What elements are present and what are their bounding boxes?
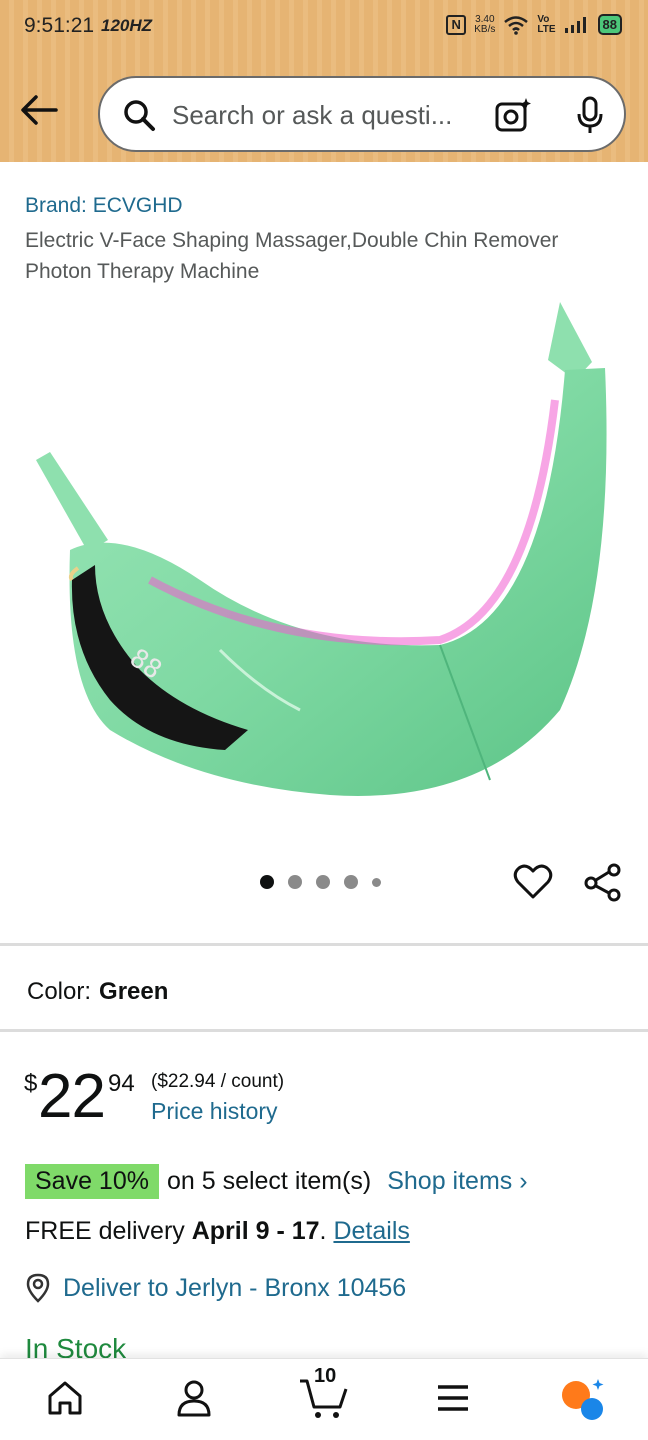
status-time: 9:51:21 <box>24 14 95 37</box>
nfc-icon: N <box>446 14 467 35</box>
menu-icon[interactable] <box>436 1383 470 1413</box>
location-pin-icon <box>26 1273 50 1303</box>
unit-price: ($22.94 / count) <box>151 1071 285 1092</box>
brand-link[interactable]: Brand: ECVGHD <box>25 194 183 218</box>
divider <box>0 1029 648 1032</box>
delivery-suffix: . <box>319 1217 327 1245</box>
signal-icon <box>564 16 586 33</box>
wifi-icon <box>504 15 529 35</box>
product-title: Electric V-Face Shaping Massager,Double … <box>25 229 559 283</box>
search-bar[interactable]: Search or ask a questi... <box>98 76 626 152</box>
delivery-info: FREE delivery April 9 - 17. Details <box>25 1217 410 1246</box>
back-arrow-icon[interactable] <box>18 90 60 130</box>
price-history-link[interactable]: Price history <box>151 1098 278 1125</box>
delivery-dates: April 9 - 17 <box>191 1217 320 1245</box>
image-carousel-dots[interactable] <box>260 875 381 889</box>
account-icon[interactable] <box>176 1379 212 1417</box>
product-image[interactable]: 88 <box>0 290 648 830</box>
carousel-dot[interactable] <box>260 875 274 889</box>
carousel-dot[interactable] <box>372 877 381 887</box>
top-bar: 9:51:21 120HZ N 3.40 KB/s Vo LTE 88 Sear… <box>0 0 648 162</box>
net-speed-unit: KB/s <box>474 23 496 35</box>
divider <box>0 943 648 946</box>
delivery-prefix: FREE delivery <box>25 1217 185 1245</box>
cart-icon[interactable] <box>298 1377 350 1421</box>
color-selector[interactable]: Color: Green <box>27 978 168 1006</box>
shop-items-link[interactable]: Shop items › <box>387 1167 527 1196</box>
rufus-assistant-icon[interactable] <box>558 1377 606 1421</box>
price-fraction: 94 <box>108 1070 135 1097</box>
camera-search-icon[interactable] <box>494 96 532 134</box>
volte-icon: Vo LTE <box>537 14 556 35</box>
heart-icon[interactable] <box>513 862 553 902</box>
deliver-to-location[interactable]: Deliver to Jerlyn - Bronx 10456 <box>25 1273 406 1303</box>
carousel-dot[interactable] <box>344 875 358 889</box>
search-input[interactable]: Search or ask a questi... <box>172 100 452 131</box>
price-currency: $ <box>24 1070 38 1097</box>
bottom-nav: 10 <box>0 1358 648 1440</box>
location-text: Deliver to Jerlyn - Bronx 10456 <box>63 1273 407 1302</box>
status-bar: 9:51:21 120HZ N 3.40 KB/s Vo LTE 88 <box>0 0 648 56</box>
stock-status: In Stock <box>25 1333 127 1360</box>
volte-bottom: LTE <box>537 23 556 35</box>
battery-icon: 88 <box>597 14 622 35</box>
save-badge: Save 10% <box>25 1164 159 1199</box>
price-whole: 22 <box>38 1062 106 1131</box>
color-label: Color: <box>27 978 92 1005</box>
promo-text: on 5 select item(s) <box>166 1167 372 1195</box>
color-value: Green <box>99 978 169 1005</box>
status-icons: N 3.40 KB/s Vo LTE 88 <box>446 14 622 35</box>
delivery-details-link[interactable]: Details <box>333 1217 409 1245</box>
refresh-rate: 120HZ <box>101 16 153 35</box>
carousel-dot[interactable] <box>316 875 330 889</box>
promo-row: Save 10% on 5 select item(s) Shop items … <box>25 1164 528 1199</box>
search-icon <box>124 100 155 131</box>
carousel-dot[interactable] <box>288 875 302 889</box>
network-speed: 3.40 KB/s <box>474 14 496 35</box>
microphone-icon[interactable] <box>574 96 606 136</box>
home-icon[interactable] <box>46 1379 84 1417</box>
share-icon[interactable] <box>583 862 623 902</box>
